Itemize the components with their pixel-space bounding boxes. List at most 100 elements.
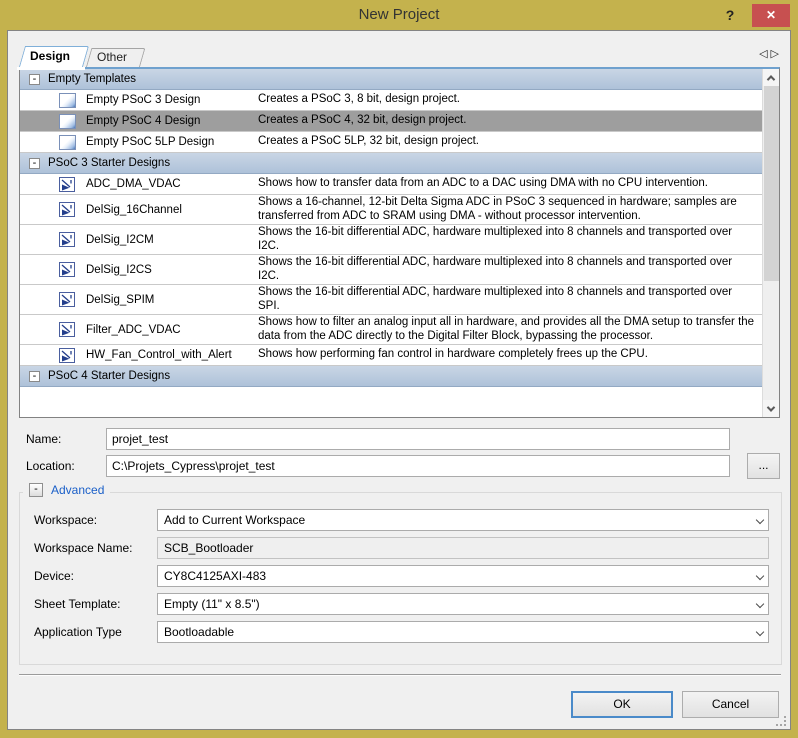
collapse-icon[interactable]: -: [29, 74, 40, 85]
template-name: Empty PSoC 5LP Design: [76, 136, 258, 148]
chevron-down-icon: [756, 600, 764, 608]
section-header[interactable]: -PSoC 4 Starter Designs: [20, 366, 762, 387]
combobox-value: Bootloadable: [164, 625, 234, 639]
template-row[interactable]: HW_Fan_Control_with_AlertShows how perfo…: [20, 345, 762, 366]
collapse-icon[interactable]: -: [29, 371, 40, 382]
tab-scroll-right-icon[interactable]: ▷: [771, 48, 779, 60]
advanced-legend: - Advanced: [23, 481, 110, 499]
dialog-body: Design Other ◁▷ -Empty TemplatesEmpty PS…: [7, 30, 791, 730]
template-description: Shows the 16-bit differential ADC, hardw…: [258, 256, 762, 283]
advanced-label[interactable]: Advanced: [51, 483, 104, 497]
template-row[interactable]: DelSig_SPIMShows the 16-bit differential…: [20, 285, 762, 315]
location-input[interactable]: [106, 455, 730, 477]
scroll-up-button[interactable]: [763, 69, 779, 86]
resize-grip-icon[interactable]: [776, 716, 786, 726]
advanced-row-sheet-template: Sheet Template: Empty (11" x 8.5"): [30, 593, 771, 615]
scrollbar-thumb[interactable]: [764, 86, 779, 281]
advanced-row-label: Workspace Name:: [34, 537, 132, 559]
tab-other-label: Other: [97, 50, 127, 64]
template-row[interactable]: Empty PSoC 3 DesignCreates a PSoC 3, 8 b…: [20, 90, 762, 111]
template-description: Shows a 16-channel, 12-bit Delta Sigma A…: [258, 196, 762, 223]
template-name: DelSig_SPIM: [76, 294, 258, 306]
template-description: Creates a PSoC 3, 8 bit, design project.: [258, 93, 762, 107]
template-description: Creates a PSoC 4, 32 bit, design project…: [258, 114, 762, 128]
template-name: Filter_ADC_VDAC: [76, 324, 258, 336]
template-description: Creates a PSoC 5LP, 32 bit, design proje…: [258, 135, 762, 149]
combobox-value: Add to Current Workspace: [164, 513, 305, 527]
empty-design-icon: [59, 114, 76, 129]
section-title: PSoC 4 Starter Designs: [48, 370, 170, 382]
starter-design-icon: [59, 292, 76, 307]
tab-scroll-arrows: ◁▷: [756, 47, 779, 60]
close-icon: ✕: [766, 8, 776, 22]
advanced-row-device: Device:CY8C4125AXI-483: [30, 565, 771, 587]
section-header[interactable]: -PSoC 3 Starter Designs: [20, 153, 762, 174]
template-name: HW_Fan_Control_with_Alert: [76, 349, 258, 361]
advanced-row-workspace: Workspace: Add to Current Workspace: [30, 509, 771, 531]
template-description: Shows how to transfer data from an ADC t…: [258, 177, 762, 191]
template-row[interactable]: Empty PSoC 4 DesignCreates a PSoC 4, 32 …: [20, 111, 762, 132]
starter-design-icon: [59, 202, 76, 217]
tabstrip: Design Other ◁▷: [19, 46, 779, 67]
starter-design-icon: [59, 262, 76, 277]
template-row[interactable]: Filter_ADC_VDACShows how to filter an an…: [20, 315, 762, 345]
template-list-content: -Empty TemplatesEmpty PSoC 3 DesignCreat…: [20, 69, 762, 417]
titlebar: New Project ? ✕: [0, 0, 798, 30]
advanced-collapse-button[interactable]: -: [29, 483, 43, 497]
chevron-down-icon: [756, 628, 764, 636]
template-description: Shows how performing fan control in hard…: [258, 348, 762, 362]
window-title: New Project: [0, 0, 798, 30]
template-name: Empty PSoC 3 Design: [76, 94, 258, 106]
location-label: Location:: [26, 455, 75, 477]
advanced-row-label: Workspace:: [34, 509, 97, 531]
workspace-combobox[interactable]: Add to Current Workspace: [157, 509, 769, 531]
close-button[interactable]: ✕: [752, 4, 790, 27]
workspace-name-input[interactable]: SCB_Bootloader: [157, 537, 769, 559]
template-list: -Empty TemplatesEmpty PSoC 3 DesignCreat…: [19, 67, 780, 418]
name-input[interactable]: [106, 428, 730, 450]
chevron-down-icon: [756, 516, 764, 524]
vertical-scrollbar[interactable]: [762, 69, 779, 417]
tab-design-label: Design: [30, 49, 70, 63]
textbox-value: SCB_Bootloader: [164, 541, 253, 555]
cancel-button[interactable]: Cancel: [682, 691, 779, 718]
template-row[interactable]: DelSig_I2CSShows the 16-bit differential…: [20, 255, 762, 285]
advanced-row-label: Sheet Template:: [34, 593, 121, 615]
advanced-row-workspace-name: Workspace Name: SCB_Bootloader: [30, 537, 771, 559]
new-project-dialog: New Project ? ✕ Design Other ◁▷ -Empty T…: [0, 0, 798, 738]
template-row[interactable]: ADC_DMA_VDACShows how to transfer data f…: [20, 174, 762, 195]
ok-button[interactable]: OK: [571, 691, 673, 718]
help-button[interactable]: ?: [720, 0, 740, 30]
template-description: Shows the 16-bit differential ADC, hardw…: [258, 226, 762, 253]
template-description: Shows how to filter an analog input all …: [258, 316, 762, 343]
advanced-rows: Workspace:Add to Current WorkspaceWorksp…: [20, 509, 781, 643]
sheet-template-combobox[interactable]: Empty (11" x 8.5"): [157, 593, 769, 615]
template-row[interactable]: Empty PSoC 5LP DesignCreates a PSoC 5LP,…: [20, 132, 762, 153]
tab-design[interactable]: Design: [19, 46, 83, 67]
browse-button[interactable]: ...: [747, 453, 780, 479]
chevron-down-icon: [767, 403, 775, 411]
tab-scroll-left-icon[interactable]: ◁: [759, 48, 767, 60]
starter-design-icon: [59, 348, 76, 363]
template-row[interactable]: DelSig_I2CMShows the 16-bit differential…: [20, 225, 762, 255]
advanced-row-application-type: Application Type Bootloadable: [30, 621, 771, 643]
chevron-down-icon: [756, 572, 764, 580]
device-combobox[interactable]: CY8C4125AXI-483: [157, 565, 769, 587]
template-row[interactable]: DelSig_16ChannelShows a 16-channel, 12-b…: [20, 195, 762, 225]
collapse-icon[interactable]: -: [29, 158, 40, 169]
bottom-separator: [19, 674, 781, 676]
starter-design-icon: [59, 232, 76, 247]
application-type-combobox[interactable]: Bootloadable: [157, 621, 769, 643]
name-label: Name:: [26, 428, 61, 450]
starter-design-icon: [59, 322, 76, 337]
advanced-group: - Advanced Workspace:Add to Current Work…: [19, 492, 782, 665]
template-name: DelSig_I2CS: [76, 264, 258, 276]
empty-design-icon: [59, 93, 76, 108]
chevron-up-icon: [767, 75, 775, 83]
advanced-row-label: Application Type: [34, 621, 122, 643]
scroll-down-button[interactable]: [763, 400, 779, 417]
empty-design-icon: [59, 135, 76, 150]
template-name: DelSig_I2CM: [76, 234, 258, 246]
tab-other[interactable]: Other: [86, 48, 140, 67]
section-header[interactable]: -Empty Templates: [20, 69, 762, 90]
